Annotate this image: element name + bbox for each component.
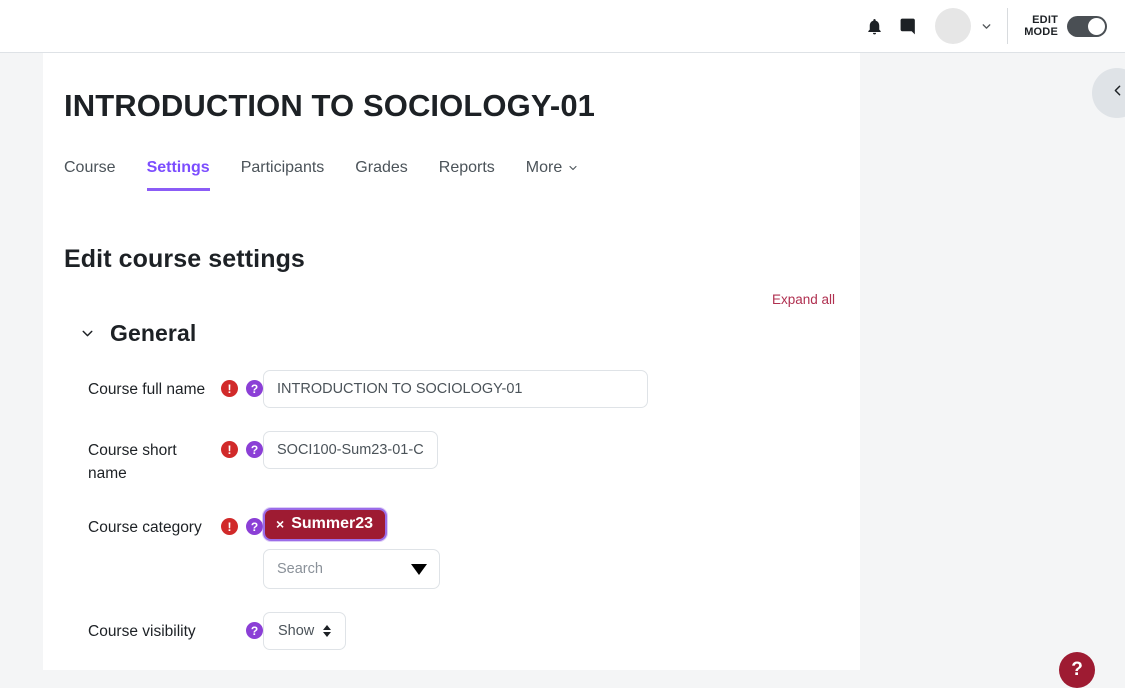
help-icon[interactable]: ? [246, 380, 263, 397]
field-row-course-full-name: Course full name ! ? [64, 369, 860, 408]
top-navbar: EDIT MODE [0, 0, 1125, 53]
search-placeholder: Search [277, 561, 323, 577]
expand-all-link[interactable]: Expand all [772, 292, 835, 307]
chevron-down-icon [980, 20, 993, 33]
field-row-course-short-name: Course short name ! ? [64, 430, 860, 485]
field-label: Course full name [88, 378, 221, 401]
tab-course[interactable]: Course [64, 159, 116, 191]
chevron-down-icon [567, 162, 579, 174]
required-icon[interactable]: ! [221, 380, 238, 397]
field-cell: × Summer23 Search [263, 507, 440, 589]
close-icon[interactable]: × [276, 517, 284, 531]
field-row-course-category: Course category ! ? × Summer23 Search [64, 507, 860, 589]
speech-bubble-icon[interactable] [891, 9, 925, 43]
section-header-general[interactable]: General [64, 320, 860, 347]
field-badges: ! ? [221, 516, 263, 535]
field-cell [263, 369, 648, 408]
tab-settings[interactable]: Settings [147, 159, 210, 191]
edit-mode-control[interactable]: EDIT MODE [1024, 14, 1107, 38]
course-settings-form: Course full name ! ? Course short name ! [64, 369, 860, 650]
tab-reports[interactable]: Reports [439, 159, 495, 191]
triangle-down-icon[interactable] [411, 564, 427, 575]
content-inner: INTRODUCTION TO SOCIOLOGY-01 Course Sett… [43, 53, 860, 650]
edit-mode-label: EDIT MODE [1024, 14, 1058, 38]
tab-grades[interactable]: Grades [355, 159, 407, 191]
field-badges: ! ? [221, 378, 263, 397]
course-full-name-input[interactable] [263, 370, 648, 408]
chevron-left-icon [1109, 82, 1125, 104]
category-search-input[interactable]: Search [263, 549, 440, 589]
course-visibility-select[interactable]: Show [263, 612, 346, 650]
help-icon[interactable]: ? [246, 518, 263, 535]
label-cell: Course visibility ? [64, 611, 263, 643]
page-heading: Edit course settings [64, 245, 860, 274]
course-short-name-input[interactable] [263, 431, 438, 469]
field-label: Course short name [88, 439, 221, 485]
edit-mode-toggle[interactable] [1067, 16, 1107, 37]
navbar-right-group: EDIT MODE [857, 8, 1125, 44]
select-value: Show [278, 623, 314, 639]
required-icon[interactable]: ! [221, 518, 238, 535]
help-icon[interactable]: ? [246, 441, 263, 458]
label-cell: Course full name ! ? [64, 369, 263, 401]
user-menu[interactable] [935, 8, 993, 44]
field-badges: ! ? [221, 439, 263, 458]
field-row-course-visibility: Course visibility ? Show [64, 611, 860, 650]
tab-more[interactable]: More [526, 159, 579, 191]
chevron-down-icon [79, 325, 96, 342]
avatar [935, 8, 971, 44]
category-tag-label: Summer23 [291, 515, 373, 533]
bell-icon[interactable] [857, 9, 891, 43]
field-label: Course category [88, 516, 221, 539]
help-icon[interactable]: ? [246, 622, 263, 639]
tab-participants[interactable]: Participants [241, 159, 325, 191]
label-cell: Course short name ! ? [64, 430, 263, 485]
expand-all-row: Expand all [64, 292, 860, 307]
tab-more-label: More [526, 159, 562, 177]
field-label: Course visibility [88, 620, 246, 643]
section-title: General [110, 320, 196, 347]
field-cell: Show [263, 611, 346, 650]
required-icon[interactable]: ! [221, 441, 238, 458]
help-fab-button[interactable]: ? [1059, 652, 1095, 688]
label-cell: Course category ! ? [64, 507, 263, 539]
course-nav-tabs: Course Settings Participants Grades Repo… [64, 154, 860, 191]
select-arrows-icon [323, 625, 331, 637]
main-content-card: INTRODUCTION TO SOCIOLOGY-01 Course Sett… [43, 53, 860, 670]
field-cell [263, 430, 438, 469]
category-selected-tag[interactable]: × Summer23 [263, 508, 387, 541]
navbar-divider [1007, 8, 1008, 44]
field-badges: ? [246, 620, 263, 639]
page-title: INTRODUCTION TO SOCIOLOGY-01 [64, 87, 860, 125]
toggle-knob [1088, 18, 1105, 35]
